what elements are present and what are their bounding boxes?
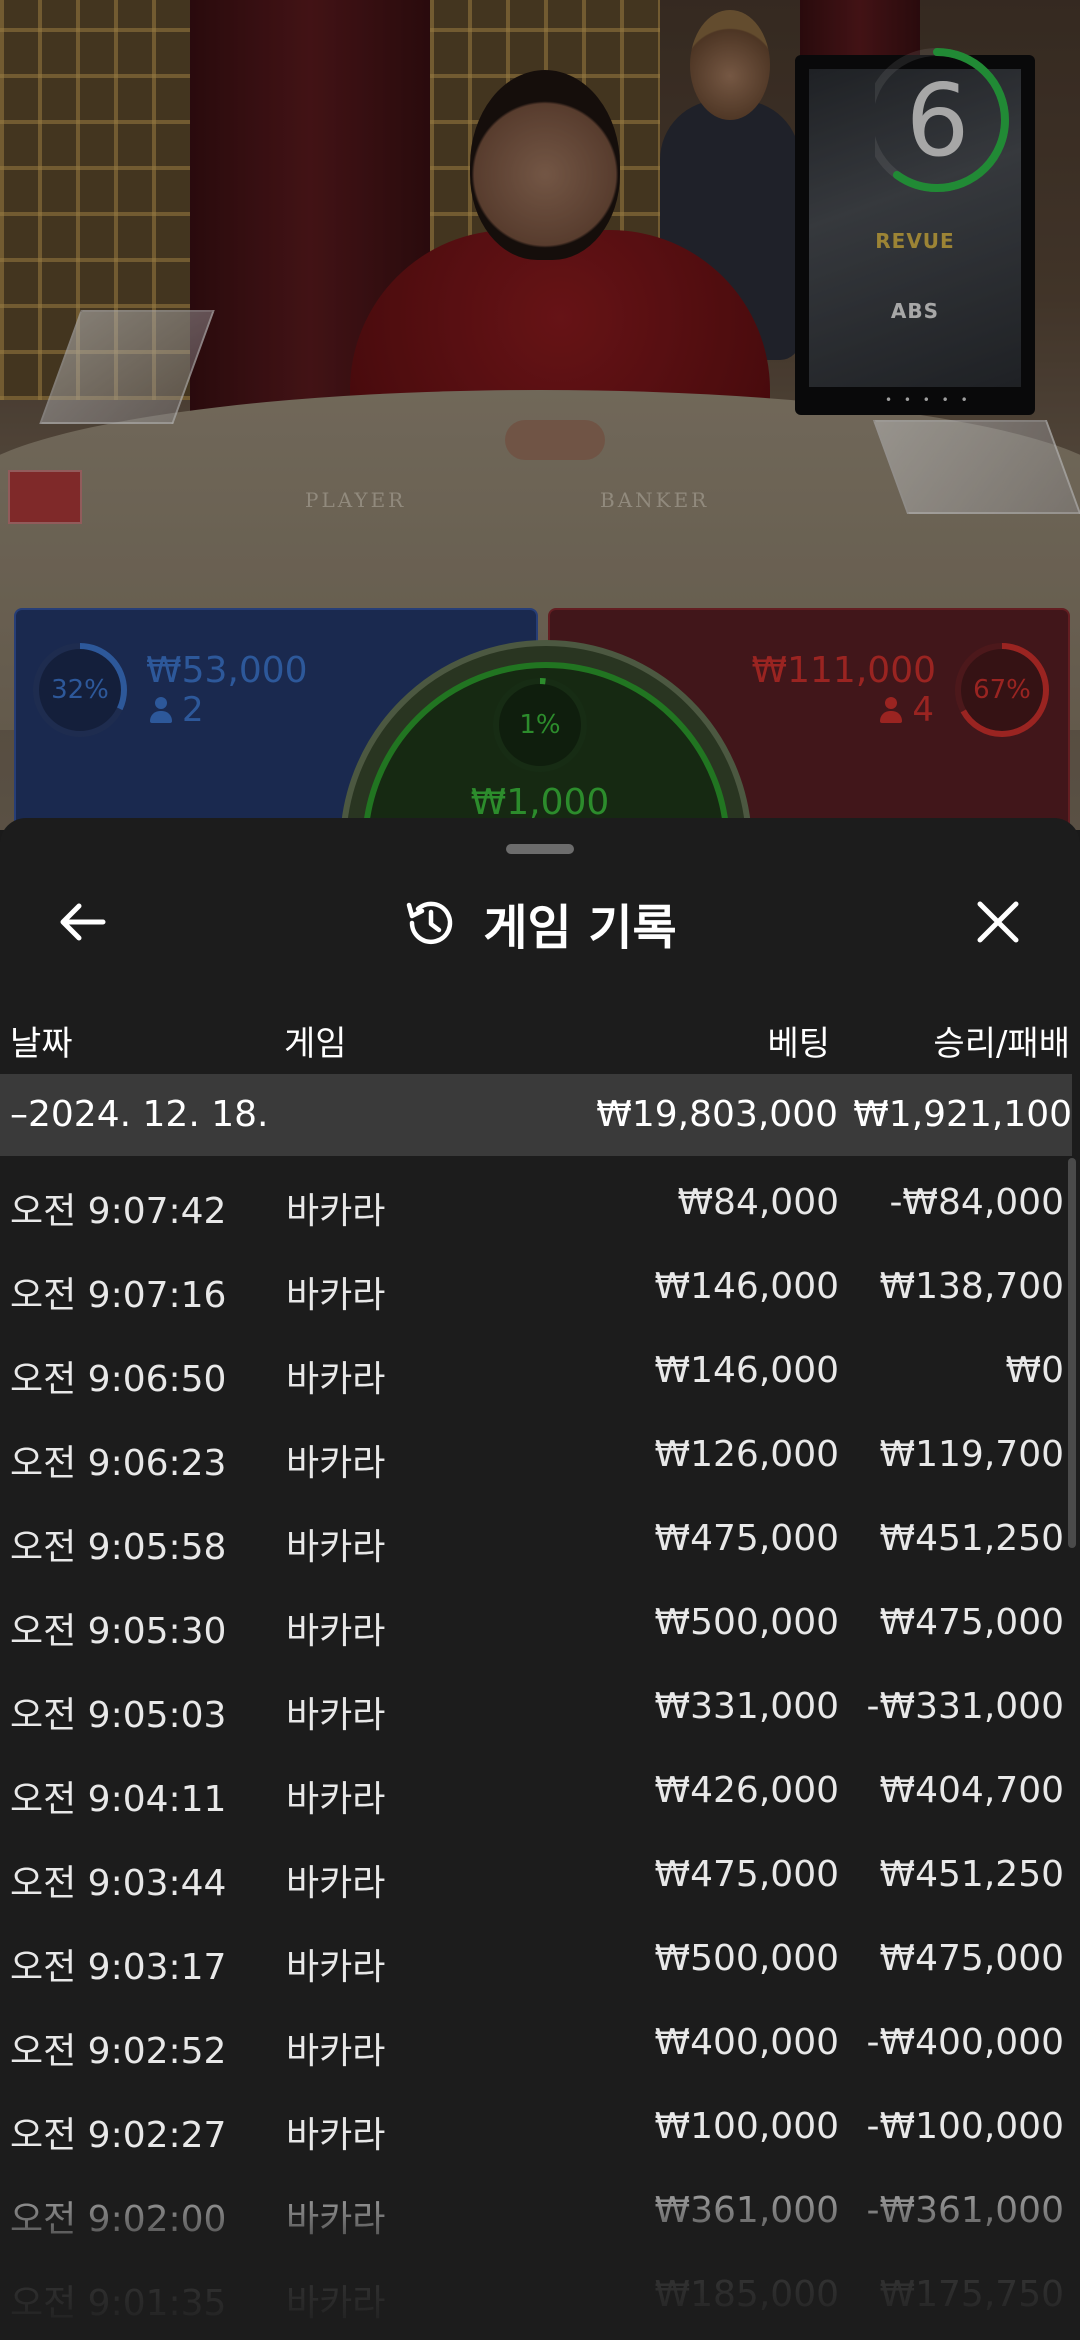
row-game: 바카라	[286, 1947, 386, 1988]
row-game: 바카라	[286, 1527, 386, 1568]
row-result: ₩0	[1005, 1350, 1065, 1391]
sheet-header: 게임 기록	[0, 878, 1080, 968]
history-row[interactable]: 오전 9:05:58 바카라 ₩475,000 ₩451,250	[0, 1500, 1072, 1584]
sheet-title: 게임 기록	[483, 900, 677, 956]
row-bet: ₩500,000	[654, 1938, 839, 1979]
column-header-date: 날짜	[10, 1024, 73, 1064]
history-row[interactable]: 오전 9:02:00 바카라 ₩361,000 -₩361,000	[0, 2172, 1072, 2256]
row-time: 오전 9:03:44	[10, 1863, 227, 1904]
row-game: 바카라	[286, 1443, 386, 1484]
history-row[interactable]: 오전 9:02:27 바카라 ₩100,000 -₩100,000	[0, 2088, 1072, 2172]
game-history-sheet: 게임 기록 날짜 게임 베팅 승리/패배 –2024. 12. 18. ₩19,…	[0, 818, 1080, 2340]
row-game: 바카라	[286, 1695, 386, 1736]
history-row[interactable]: 오전 9:04:11 바카라 ₩426,000 ₩404,700	[0, 1752, 1072, 1836]
history-row[interactable]: 오전 9:05:03 바카라 ₩331,000 -₩331,000	[0, 1668, 1072, 1752]
row-result: ₩138,700	[879, 1266, 1064, 1307]
row-result: -₩361,000	[866, 2190, 1064, 2231]
row-bet: ₩185,000	[654, 2274, 839, 2315]
row-time: 오전 9:05:03	[10, 1695, 227, 1736]
row-result: -₩84,000	[889, 1182, 1064, 1223]
row-bet: ₩361,000	[654, 2190, 839, 2231]
row-bet: ₩100,000	[654, 2106, 839, 2147]
date-group-total-bet: ₩19,803,000	[596, 1094, 838, 1135]
row-game: 바카라	[286, 1275, 386, 1316]
row-time: 오전 9:05:30	[10, 1611, 227, 1652]
row-result: ₩119,700	[879, 1434, 1064, 1475]
history-row[interactable]: 오전 9:05:30 바카라 ₩500,000 ₩475,000	[0, 1584, 1072, 1668]
row-game: 바카라	[286, 1191, 386, 1232]
row-game: 바카라	[286, 1863, 386, 1904]
row-result: ₩475,000	[879, 1938, 1064, 1979]
row-result: ₩404,700	[879, 1770, 1064, 1811]
date-group-date: –2024. 12. 18.	[10, 1094, 269, 1135]
history-clock-icon	[407, 901, 453, 945]
row-game: 바카라	[286, 1359, 386, 1400]
column-header-game: 게임	[284, 1024, 347, 1064]
history-row[interactable]: 오전 9:07:42 바카라 ₩84,000 -₩84,000	[0, 1164, 1072, 1248]
row-result: ₩451,250	[879, 1518, 1064, 1559]
column-header-result: 승리/패배	[933, 1024, 1070, 1064]
history-row[interactable]: 오전 9:07:16 바카라 ₩146,000 ₩138,700	[0, 1248, 1072, 1332]
row-time: 오전 9:02:00	[10, 2199, 227, 2240]
row-bet: ₩426,000	[654, 1770, 839, 1811]
row-bet: ₩400,000	[654, 2022, 839, 2063]
date-group-total-result: ₩1,921,100	[853, 1094, 1072, 1135]
row-game: 바카라	[286, 1611, 386, 1652]
scrollbar[interactable]	[1068, 1158, 1076, 1548]
row-result: ₩451,250	[879, 1854, 1064, 1895]
row-time: 오전 9:03:17	[10, 1947, 227, 1988]
row-time: 오전 9:02:52	[10, 2031, 227, 2072]
row-bet: ₩475,000	[654, 1854, 839, 1895]
row-game: 바카라	[286, 2199, 386, 2240]
row-game: 바카라	[286, 2283, 386, 2324]
history-list[interactable]: 오전 9:07:42 바카라 ₩84,000 -₩84,000 오전 9:07:…	[0, 1164, 1072, 2340]
history-row[interactable]: 오전 9:06:50 바카라 ₩146,000 ₩0	[0, 1332, 1072, 1416]
row-time: 오전 9:06:23	[10, 1443, 227, 1484]
row-time: 오전 9:05:58	[10, 1527, 227, 1568]
history-row[interactable]: 오전 9:03:44 바카라 ₩475,000 ₩451,250	[0, 1836, 1072, 1920]
row-time: 오전 9:01:35	[10, 2283, 227, 2324]
row-time: 오전 9:07:16	[10, 1275, 227, 1316]
row-bet: ₩84,000	[677, 1182, 839, 1223]
row-result: -₩331,000	[866, 1686, 1064, 1727]
row-time: 오전 9:02:27	[10, 2115, 227, 2156]
row-time: 오전 9:07:42	[10, 1191, 227, 1232]
row-result: ₩475,000	[879, 1602, 1064, 1643]
row-result: ₩175,750	[879, 2274, 1064, 2315]
row-bet: ₩475,000	[654, 1518, 839, 1559]
row-time: 오전 9:06:50	[10, 1359, 227, 1400]
row-game: 바카라	[286, 1779, 386, 1820]
date-group-row[interactable]: –2024. 12. 18. ₩19,803,000 ₩1,921,100	[0, 1074, 1072, 1156]
column-header-bet: 베팅	[767, 1024, 830, 1064]
history-row[interactable]: 오전 9:02:52 바카라 ₩400,000 -₩400,000	[0, 2004, 1072, 2088]
row-result: -₩100,000	[866, 2106, 1064, 2147]
history-row[interactable]: 오전 9:01:35 바카라 ₩185,000 ₩175,750	[0, 2256, 1072, 2340]
row-bet: ₩331,000	[654, 1686, 839, 1727]
row-bet: ₩126,000	[654, 1434, 839, 1475]
modal-dim-overlay[interactable]	[0, 0, 1080, 830]
history-row[interactable]: 오전 9:06:23 바카라 ₩126,000 ₩119,700	[0, 1416, 1072, 1500]
row-time: 오전 9:04:11	[10, 1779, 227, 1820]
close-icon	[977, 901, 1019, 943]
row-game: 바카라	[286, 2031, 386, 2072]
row-game: 바카라	[286, 2115, 386, 2156]
sheet-drag-handle[interactable]	[506, 844, 574, 854]
table-header: 날짜 게임 베팅 승리/패배	[0, 1002, 1080, 1072]
row-bet: ₩500,000	[654, 1602, 839, 1643]
live-dealer-video: PLAYER BANKER REVUE ABS • • • • • 6 32% …	[0, 0, 1080, 830]
row-result: -₩400,000	[866, 2022, 1064, 2063]
history-row[interactable]: 오전 9:03:17 바카라 ₩500,000 ₩475,000	[0, 1920, 1072, 2004]
row-bet: ₩146,000	[654, 1350, 839, 1391]
close-button[interactable]	[966, 890, 1030, 954]
row-bet: ₩146,000	[654, 1266, 839, 1307]
